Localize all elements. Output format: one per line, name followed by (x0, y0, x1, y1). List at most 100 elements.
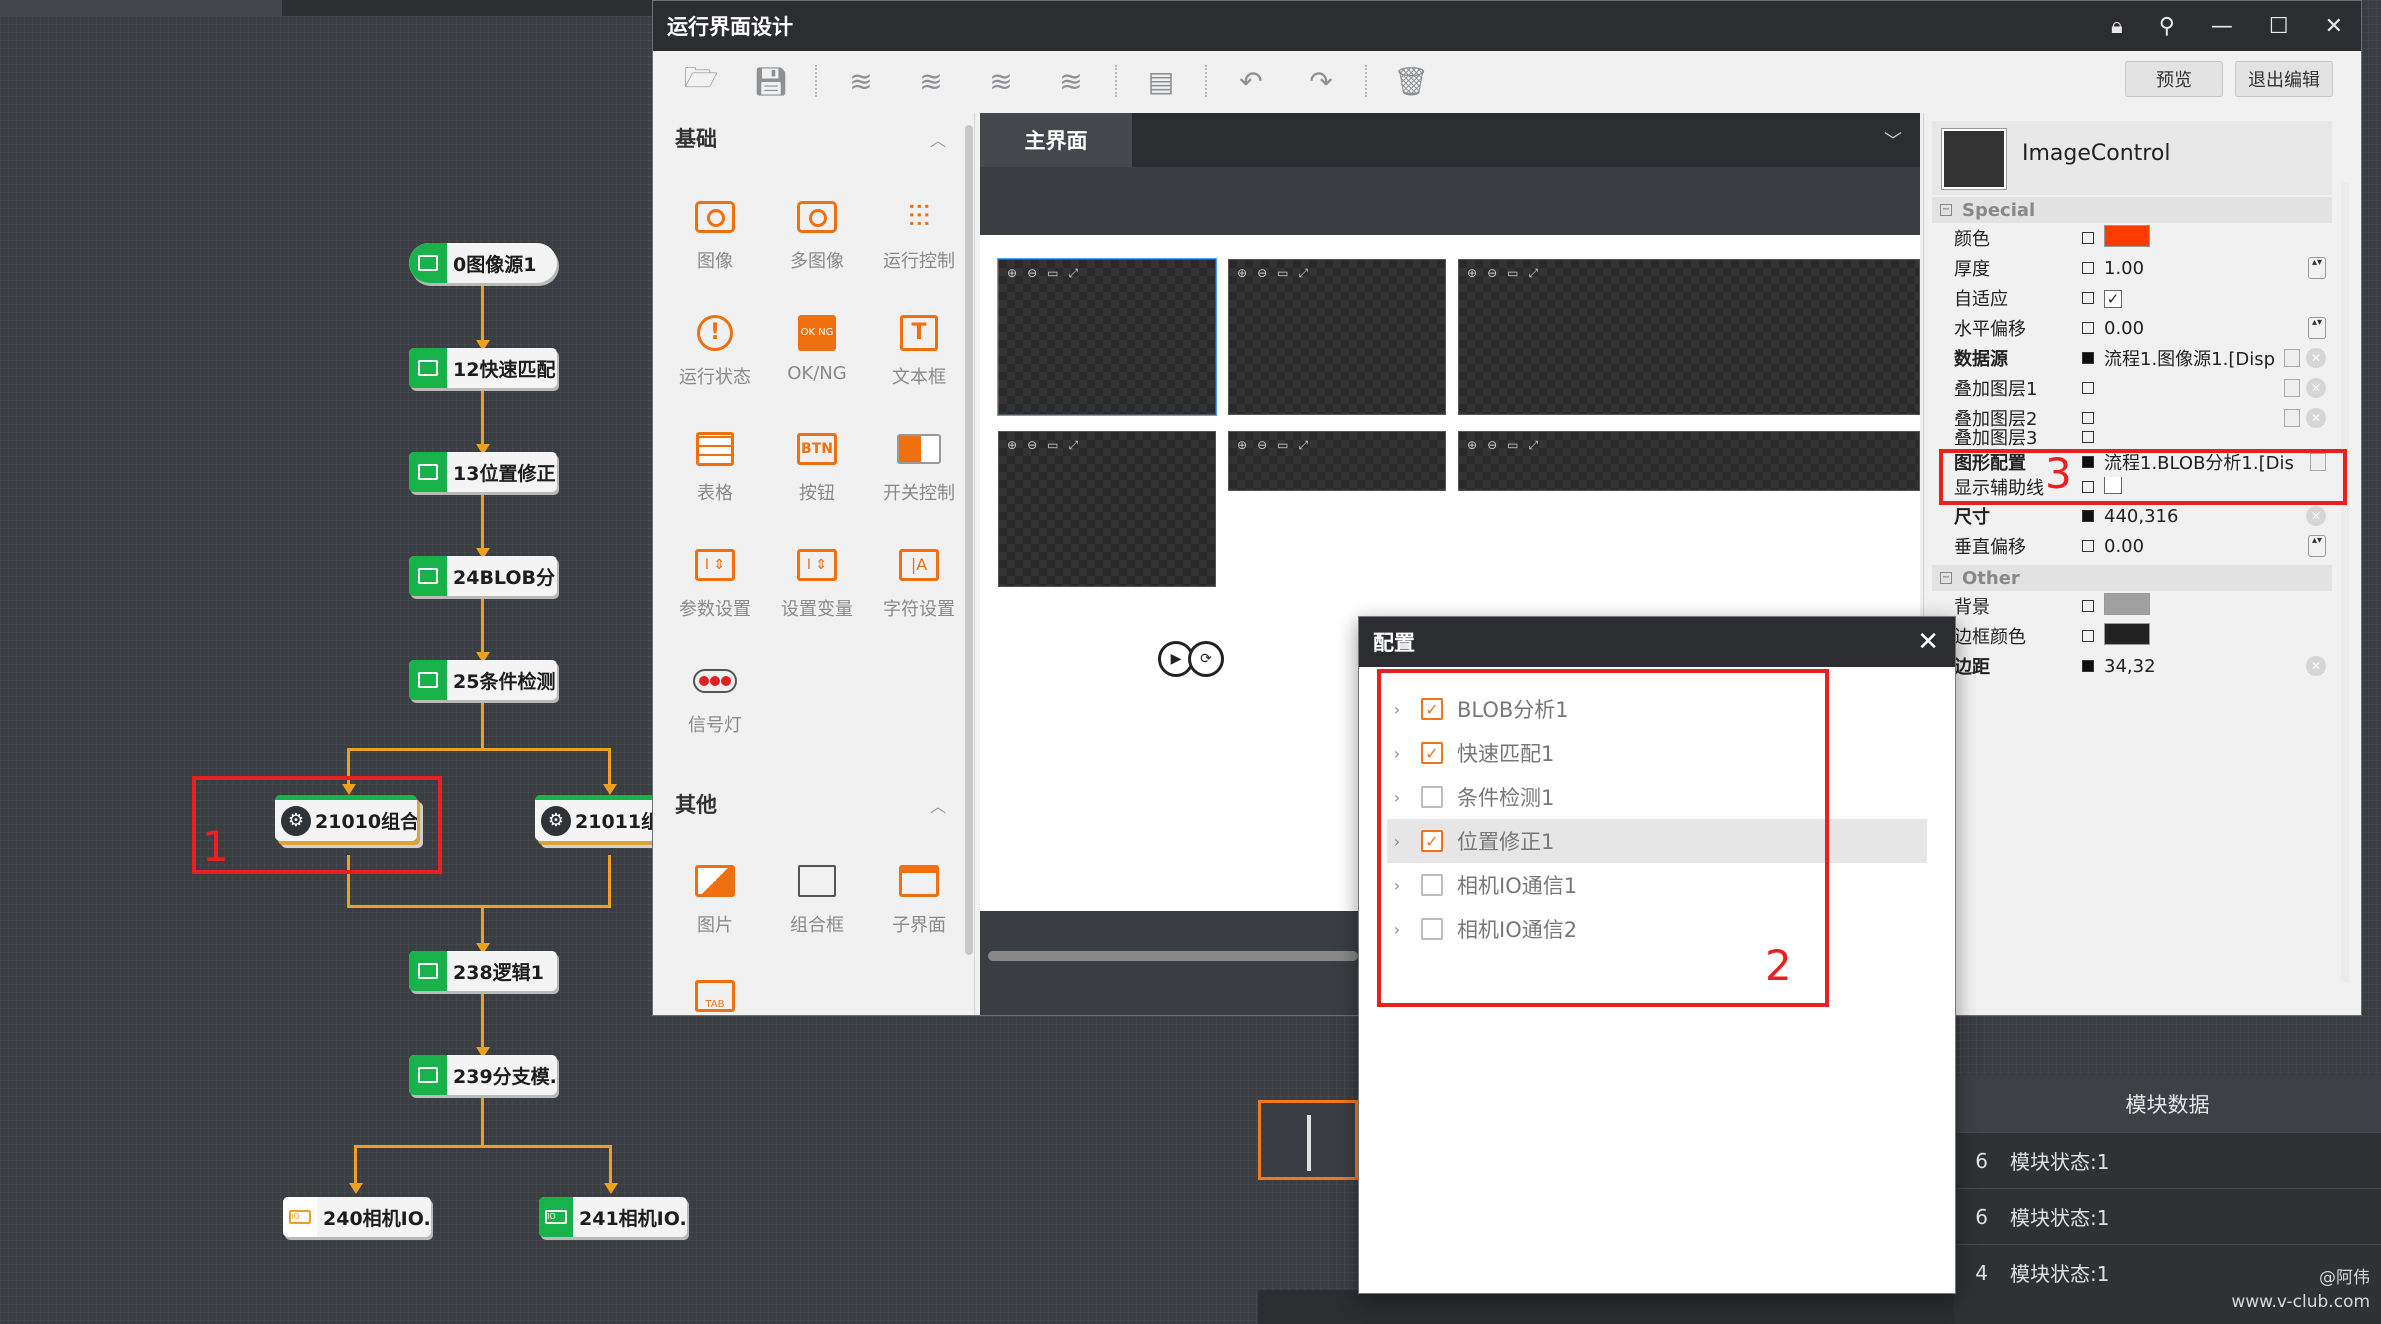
margin-value[interactable]: 34,32 (2104, 656, 2306, 677)
palette-item-textbox[interactable]: T 文本框 (869, 305, 969, 405)
clear-icon[interactable]: ✕ (2306, 656, 2326, 676)
prop-row-adaptive[interactable]: 自适应 ✓ (1932, 283, 2332, 313)
v-offset-value[interactable]: 0.00 (2104, 536, 2308, 557)
clear-icon[interactable]: ✕ (2306, 348, 2326, 368)
minimize-icon[interactable]: — (2211, 14, 2233, 39)
palette-item-group-box[interactable]: 组合框 (767, 853, 867, 953)
save-icon[interactable]: 💾︎ (753, 65, 789, 98)
palette-scrollbar[interactable] (965, 125, 973, 955)
palette-item-table[interactable]: 表格 (665, 421, 765, 521)
prop-row-background[interactable]: 背景 (1932, 591, 2332, 621)
close-icon[interactable]: ✕ (2325, 14, 2343, 39)
flow-node-blob[interactable]: 24BLOB分... (409, 556, 557, 596)
flow-node-branch[interactable]: 239分支模... (409, 1055, 557, 1095)
image-control-4[interactable]: ⊕ ⊖ ▭ ⤢ (998, 431, 1216, 587)
run-loop-icon[interactable]: ⟳ (1188, 641, 1224, 677)
tab-main-interface[interactable]: 主界面 (980, 113, 1132, 167)
palette-item-signal-light[interactable]: 信号灯 (665, 653, 765, 753)
stepper-icon[interactable]: ▴▾ (2308, 257, 2326, 279)
clear-icon[interactable]: ✕ (2306, 506, 2326, 526)
minimap-thumb[interactable] (1258, 1100, 1358, 1180)
property-scrollbar[interactable] (2341, 183, 2349, 983)
prop-row-data-source[interactable]: 数据源 流程1.图像源1.[Disp ✕ (1932, 343, 2332, 373)
align-icon[interactable]: ▤ (1143, 65, 1179, 98)
prop-row-h-offset[interactable]: 水平偏移 0.00 ▴▾ (1932, 313, 2332, 343)
module-data-row[interactable]: 6 模块状态:1 (1954, 1188, 2381, 1244)
prop-row-size[interactable]: 尺寸 440,316 ✕ (1932, 501, 2332, 531)
category-special[interactable]: − Special (1932, 197, 2332, 223)
palette-item-char-setting[interactable]: |A 字符设置 (869, 537, 969, 637)
flow-node-group-21011[interactable]: ⚙ 21011组合 (535, 795, 655, 841)
flow-node-position-correction[interactable]: 13位置修正1 (409, 452, 557, 492)
layer-up-icon[interactable]: ≋ (843, 65, 879, 98)
chevron-down-icon[interactable]: ﹀ (1884, 127, 1902, 153)
palette-item-set-variable[interactable]: I ⇕ 设置变量 (767, 537, 867, 637)
flow-node-logic[interactable]: 238逻辑1 (409, 951, 557, 991)
layer-top-icon[interactable]: ≋ (913, 65, 949, 98)
document-icon[interactable] (2284, 349, 2300, 367)
stepper-icon[interactable]: ▴▾ (2308, 535, 2326, 557)
clear-icon[interactable]: ✕ (2306, 378, 2326, 398)
color-swatch[interactable] (2104, 622, 2150, 645)
image-control-5[interactable]: ⊕ ⊖ ▭ ⤢ (1228, 431, 1446, 491)
open-folder-icon[interactable]: 🗁︎ (683, 61, 719, 97)
exit-edit-button[interactable]: 退出编辑 (2235, 61, 2333, 97)
canvas-tab[interactable] (0, 0, 282, 16)
prop-row-border-color[interactable]: 边框颜色 (1932, 621, 2332, 651)
undo-icon[interactable]: ↶ (1233, 65, 1269, 98)
collapse-icon[interactable]: ︿ (930, 793, 946, 817)
stepper-icon[interactable]: ▴▾ (2308, 317, 2326, 339)
prop-row-overlay-1[interactable]: 叠加图层1 ✕ (1932, 373, 2332, 403)
palette-item-button[interactable]: BTN 按钮 (767, 421, 867, 521)
image-control-1[interactable]: ⊕ ⊖ ▭ ⤢ (997, 258, 1217, 416)
prop-row-overlay-3[interactable]: 叠加图层3 (1932, 427, 2332, 447)
adaptive-checkbox[interactable]: ✓ (2104, 289, 2122, 308)
preview-button[interactable]: 预览 (2125, 61, 2223, 97)
data-source-value[interactable]: 流程1.图像源1.[Disp (2104, 345, 2284, 371)
layer-bottom-icon[interactable]: ≋ (1053, 65, 1089, 98)
palette-item-multi-image[interactable]: 多图像 (767, 189, 867, 289)
collapse-icon[interactable]: ︿ (930, 127, 946, 151)
close-icon[interactable]: ✕ (1917, 627, 1939, 657)
wrench-icon: ⚙ (541, 805, 571, 836)
prop-row-v-offset[interactable]: 垂直偏移 0.00 ▴▾ (1932, 531, 2332, 561)
flow-node-camera-io-240[interactable]: IO 240相机IO... (283, 1197, 431, 1237)
image-control-3[interactable]: ⊕ ⊖ ▭ ⤢ (1458, 259, 1920, 415)
thickness-value[interactable]: 1.00 (2104, 258, 2308, 279)
color-swatch[interactable] (2104, 224, 2150, 247)
document-icon[interactable] (2284, 379, 2300, 397)
image-control-2[interactable]: ⊕ ⊖ ▭ ⤢ (1228, 259, 1446, 415)
lock-icon[interactable]: 🔒︎ (2111, 14, 2123, 39)
palette-item-picture[interactable]: 图片 (665, 853, 765, 953)
flow-node-image-source[interactable]: 0图像源1 (409, 243, 557, 283)
category-other[interactable]: − Other (1932, 565, 2332, 591)
palette-item-run-control[interactable]: ⫶⫶⫶ 运行控制 (869, 189, 969, 289)
palette-item-run-status[interactable]: ! 运行状态 (665, 305, 765, 405)
layer-down-icon[interactable]: ≋ (983, 65, 1019, 98)
delete-icon[interactable]: 🗑︎ (1393, 65, 1429, 98)
h-offset-value[interactable]: 0.00 (2104, 318, 2308, 339)
size-value[interactable]: 440,316 (2104, 506, 2306, 527)
maximize-icon[interactable]: ☐ (2269, 14, 2289, 39)
prop-row-thickness[interactable]: 厚度 1.00 ▴▾ (1932, 253, 2332, 283)
annotation-box-1 (192, 776, 442, 874)
palette-item-tab[interactable]: TAB (665, 969, 765, 1015)
module-data-row[interactable]: 6 模块状态:1 (1954, 1132, 2381, 1188)
redo-icon[interactable]: ↷ (1303, 65, 1339, 98)
flow-node-fast-match[interactable]: 12快速匹配1 (409, 348, 557, 388)
design-hscrollbar[interactable] (988, 951, 1358, 961)
clear-icon[interactable]: ✕ (2306, 408, 2326, 428)
palette-item-ok-ng[interactable]: OK NG OK/NG (767, 305, 867, 405)
pin-icon[interactable]: ⚲ (2159, 14, 2175, 39)
palette-item-sub-interface[interactable]: 子界面 (869, 853, 969, 953)
palette-item-switch[interactable]: 开关控制 (869, 421, 969, 521)
flow-node-condition-check[interactable]: 25条件检测1 (409, 660, 557, 700)
prop-row-margin[interactable]: 边距 34,32 ✕ (1932, 651, 2332, 681)
palette-item-param-setting[interactable]: I ⇕ 参数设置 (665, 537, 765, 637)
image-control-6[interactable]: ⊕ ⊖ ▭ ⤢ (1458, 431, 1920, 491)
color-swatch[interactable] (2104, 592, 2150, 615)
flow-node-camera-io-241[interactable]: IO 241相机IO... (539, 1197, 687, 1237)
document-icon[interactable] (2284, 409, 2300, 427)
prop-row-color[interactable]: 颜色 (1932, 223, 2332, 253)
palette-item-image[interactable]: 图像 (665, 189, 765, 289)
